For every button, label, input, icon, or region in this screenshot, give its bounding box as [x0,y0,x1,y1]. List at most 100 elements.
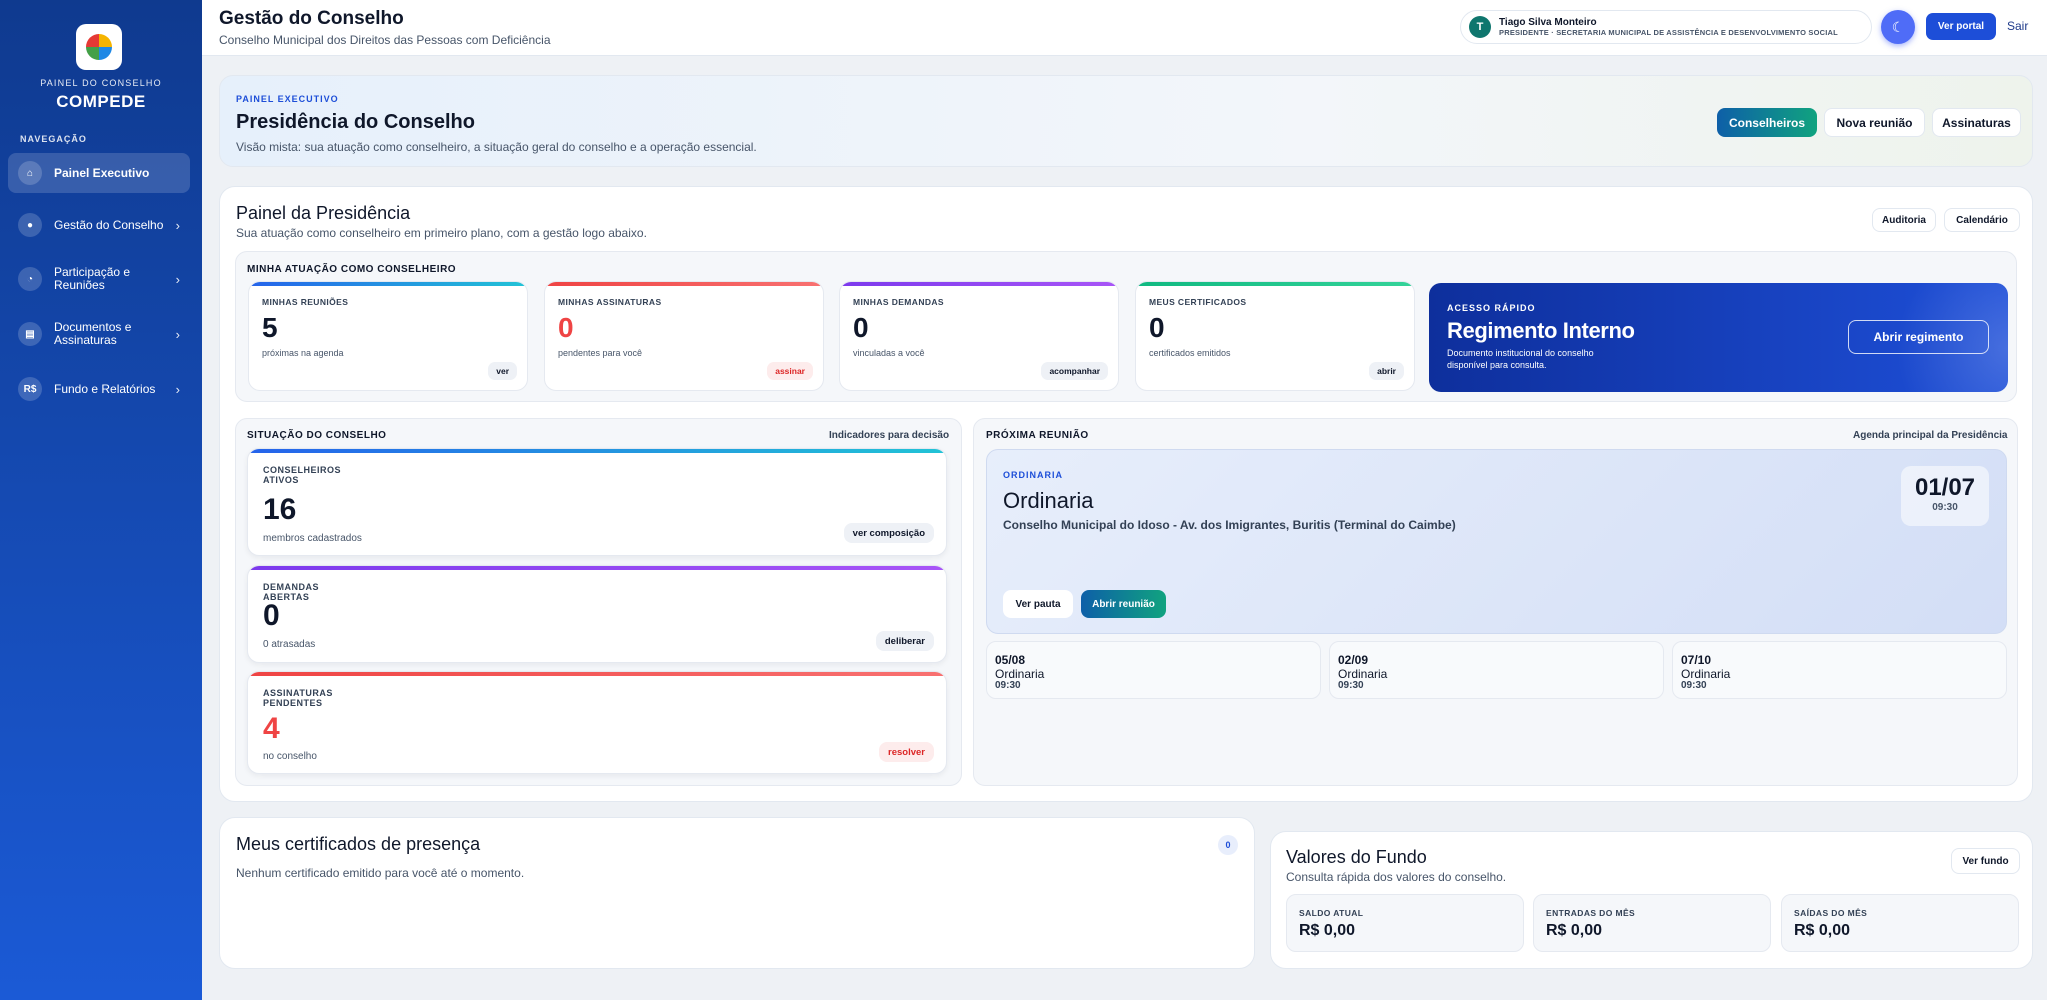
page-title: Presidência do Conselho [236,111,475,133]
dark-mode-toggle[interactable]: ☾ [1881,10,1915,44]
situation-right-label: Indicadores para decisão [829,430,950,441]
upcoming-meeting-item[interactable]: 07/10 Ordinaria 09:30 [1672,641,2007,699]
chevron-right-icon: › [175,326,180,342]
fund-box-value: R$ 0,00 [1546,922,1603,939]
card-value: 0 [1149,312,1165,343]
chevron-right-icon: › [175,381,180,397]
open-certificates-button[interactable]: abrir [1369,362,1404,380]
my-meetings-card[interactable]: MINHAS REUNIÕES 5 próximas na agenda ver [248,281,528,391]
brand-name: COMPEDE [56,92,146,111]
money-icon: R$ [18,377,42,401]
sidebar-item-documentos-assinaturas[interactable]: ▤ Documentos e Assinaturas › [8,314,190,354]
fund-values-card: Valores do Fundo Consulta rápida dos val… [1270,831,2033,969]
audit-button[interactable]: Auditoria [1872,208,1936,232]
card-label: MEUS CERTIFICADOS [1149,297,1247,307]
pending-signatures-card[interactable]: ASSINATURAS PENDENTES 4 no conselho reso… [247,671,947,774]
fund-box-value: R$ 0,00 [1794,922,1851,939]
next-meeting-card: ORDINARIA Ordinaria Conselho Municipal d… [986,449,2007,634]
sidebar: PAINEL DO CONSELHO COMPEDE NAVEGAÇÃO ⌂ P… [0,0,202,1000]
upcoming-time: 09:30 [1681,680,1707,691]
deliberate-button[interactable]: deliberar [875,631,934,651]
fund-title: Valores do Fundo [1286,847,1427,867]
council-icon: ● [18,213,42,237]
panel-title: Painel da Presidência [236,203,411,223]
upcoming-meeting-item[interactable]: 02/09 Ordinaria 09:30 [1329,641,1664,699]
chevron-right-icon: › [175,271,180,287]
user-chip[interactable]: T Tiago Silva Monteiro PRESIDENTE · SECR… [1460,10,1872,44]
view-portal-button[interactable]: Ver portal [1926,13,1996,40]
assinaturas-button[interactable]: Assinaturas [1932,108,2021,137]
active-councilors-card[interactable]: CONSELHEIROS ATIVOS 16 membros cadastrad… [247,448,947,556]
app-subtitle: Conselho Municipal dos Direitos das Pess… [219,33,551,47]
logout-link[interactable]: Sair [2007,19,2028,33]
user-name: Tiago Silva Monteiro [1499,17,1597,28]
my-certificates-card[interactable]: MEUS CERTIFICADOS 0 certificados emitido… [1135,281,1415,391]
view-meetings-button[interactable]: ver [488,362,517,380]
hero-banner: PAINEL EXECUTIVO Presidência do Conselho… [219,75,2033,167]
meeting-date: 01/07 [1914,474,1976,501]
sidebar-item-label: Documentos e Assinaturas [54,320,132,347]
topbar: Gestão do Conselho Conselho Municipal do… [202,0,2047,56]
upcoming-meeting-item[interactable]: 05/08 Ordinaria 09:30 [986,641,1321,699]
calendar-button[interactable]: Calendário [1944,208,2020,232]
conselheiros-button[interactable]: Conselheiros [1717,108,1817,137]
next-meeting-right-label: Agenda principal da Presidência [1853,430,2008,441]
upcoming-name: Ordinaria [995,667,1045,681]
sidebar-item-label: Participação e Reuniões [54,265,131,292]
document-icon: ▤ [18,322,42,346]
meeting-time: 09:30 [1932,502,1958,513]
stat-subtitle: membros cadastrados [263,533,362,544]
sign-button[interactable]: assinar [767,362,813,380]
upcoming-name: Ordinaria [1681,667,1731,681]
quick-kicker: ACESSO RÁPIDO [1447,303,1536,313]
sidebar-item-painel-executivo[interactable]: ⌂ Painel Executivo [8,153,190,193]
card-subtitle: vinculadas a você [853,348,925,358]
stat-value: 16 [263,493,297,526]
sidebar-item-fundo-relatorios[interactable]: R$ Fundo e Relatórios › [8,369,190,409]
sidebar-item-label: Painel Executivo [54,165,150,180]
card-subtitle: certificados emitidos [1149,348,1231,358]
fund-balance-box: SALDO ATUAL R$ 0,00 [1286,894,1524,952]
compede-logo [76,24,122,70]
chevron-right-icon: › [175,217,180,233]
quick-subtitle: Documento institucional do conselho disp… [1447,348,1594,370]
card-label: MINHAS REUNIÕES [262,297,349,307]
my-signatures-card[interactable]: MINHAS ASSINATURAS 0 pendentes para você… [544,281,824,391]
open-demands-card[interactable]: DEMANDAS ABERTAS 0 0 atrasadas deliberar [247,565,947,663]
nova-reuniao-button[interactable]: Nova reunião [1824,108,1925,137]
certificates-card: Meus certificados de presença 0 Nenhum c… [219,817,1255,969]
sidebar-item-participacao-reunioes[interactable]: ◔ Participação e Reuniões › [8,259,190,299]
fund-box-value: R$ 0,00 [1299,922,1356,939]
fund-box-label: ENTRADAS DO MÊS [1546,908,1636,918]
meeting-kicker: ORDINARIA [1003,470,1063,480]
view-agenda-button[interactable]: Ver pauta [1003,590,1073,618]
quick-access-card: ACESSO RÁPIDO Regimento Interno Document… [1429,283,2008,392]
resolve-button[interactable]: resolver [879,742,934,762]
fund-income-box: ENTRADAS DO MÊS R$ 0,00 [1533,894,1771,952]
card-subtitle: próximas na agenda [262,348,344,358]
card-value: 0 [853,312,869,343]
sidebar-item-gestao-conselho[interactable]: ● Gestão do Conselho › [8,205,190,245]
fund-subtitle: Consulta rápida dos valores do conselho. [1286,870,1507,884]
moon-icon: ☾ [1891,18,1905,35]
card-subtitle: pendentes para você [558,348,643,358]
meeting-title: Ordinaria [1003,488,1094,513]
open-regiment-button[interactable]: Abrir regimento [1848,320,1989,354]
follow-demands-button[interactable]: acompanhar [1041,362,1108,380]
meeting-location: Conselho Municipal do Idoso - Av. dos Im… [1003,518,1456,532]
upcoming-time: 09:30 [995,680,1021,691]
open-meeting-button[interactable]: Abrir reunião [1081,590,1166,618]
fund-expense-box: SAÍDAS DO MÊS R$ 0,00 [1781,894,2019,952]
fund-box-label: SAÍDAS DO MÊS [1794,908,1868,918]
stat-label: ASSINATURAS PENDENTES [263,688,333,708]
view-composition-button[interactable]: ver composição [843,523,934,543]
situation-title: SITUAÇÃO DO CONSELHO [247,430,387,441]
card-label: MINHAS DEMANDAS [853,297,944,307]
upcoming-date: 07/10 [1681,653,1712,667]
certificates-title: Meus certificados de presença [236,834,481,854]
view-fund-button[interactable]: Ver fundo [1951,848,2020,874]
stat-value: 4 [263,712,280,745]
sidebar-item-label: Fundo e Relatórios [54,381,156,396]
hero-kicker: PAINEL EXECUTIVO [236,94,339,104]
my-demands-card[interactable]: MINHAS DEMANDAS 0 vinculadas a você acom… [839,281,1119,391]
